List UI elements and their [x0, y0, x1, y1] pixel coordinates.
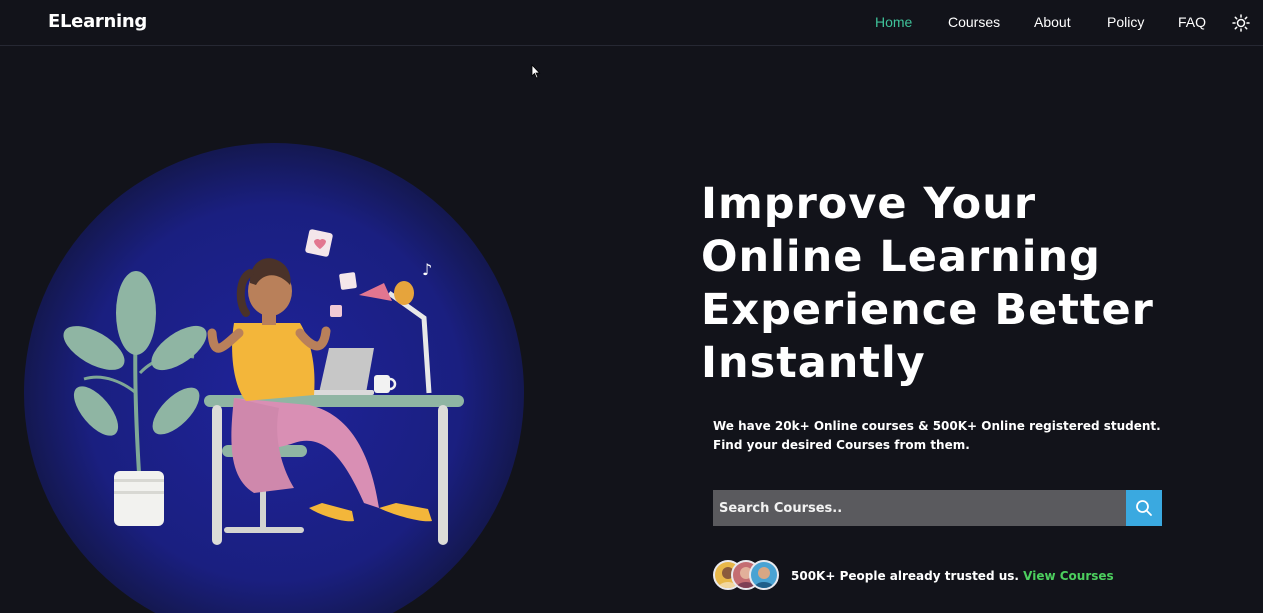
svg-text:♪: ♪ [422, 260, 432, 279]
search-input[interactable] [713, 490, 1126, 526]
avatar [749, 560, 779, 590]
nav-item-faq[interactable]: FAQ [1178, 14, 1206, 30]
hero-illustration: ♪ [24, 143, 524, 613]
brand-logo[interactable]: ELearning [48, 11, 147, 32]
navbar: ELearning Home Courses About Policy FAQ [0, 0, 1263, 46]
nav-item-home[interactable]: Home [875, 14, 912, 30]
theme-toggle-button[interactable] [1232, 14, 1250, 32]
hero-title: Improve Your Online Learning Experience … [701, 179, 1154, 388]
search-icon [1136, 500, 1152, 516]
nav-item-about[interactable]: About [1034, 14, 1071, 30]
search-button[interactable] [1126, 490, 1162, 526]
nav-item-courses[interactable]: Courses [948, 14, 1000, 30]
trust-message: 500K+ People already trusted us. [791, 569, 1019, 583]
sun-icon [1232, 14, 1250, 32]
hero-description: We have 20k+ Online courses & 500K+ Onli… [713, 419, 1161, 452]
nav-item-policy[interactable]: Policy [1107, 14, 1144, 30]
view-courses-link[interactable]: View Courses [1023, 569, 1114, 583]
search-bar [713, 490, 1162, 526]
mouse-cursor-icon [531, 64, 541, 79]
trust-text: 500K+ People already trusted us. View Co… [791, 569, 1114, 583]
person-avatar-icon [754, 567, 774, 588]
